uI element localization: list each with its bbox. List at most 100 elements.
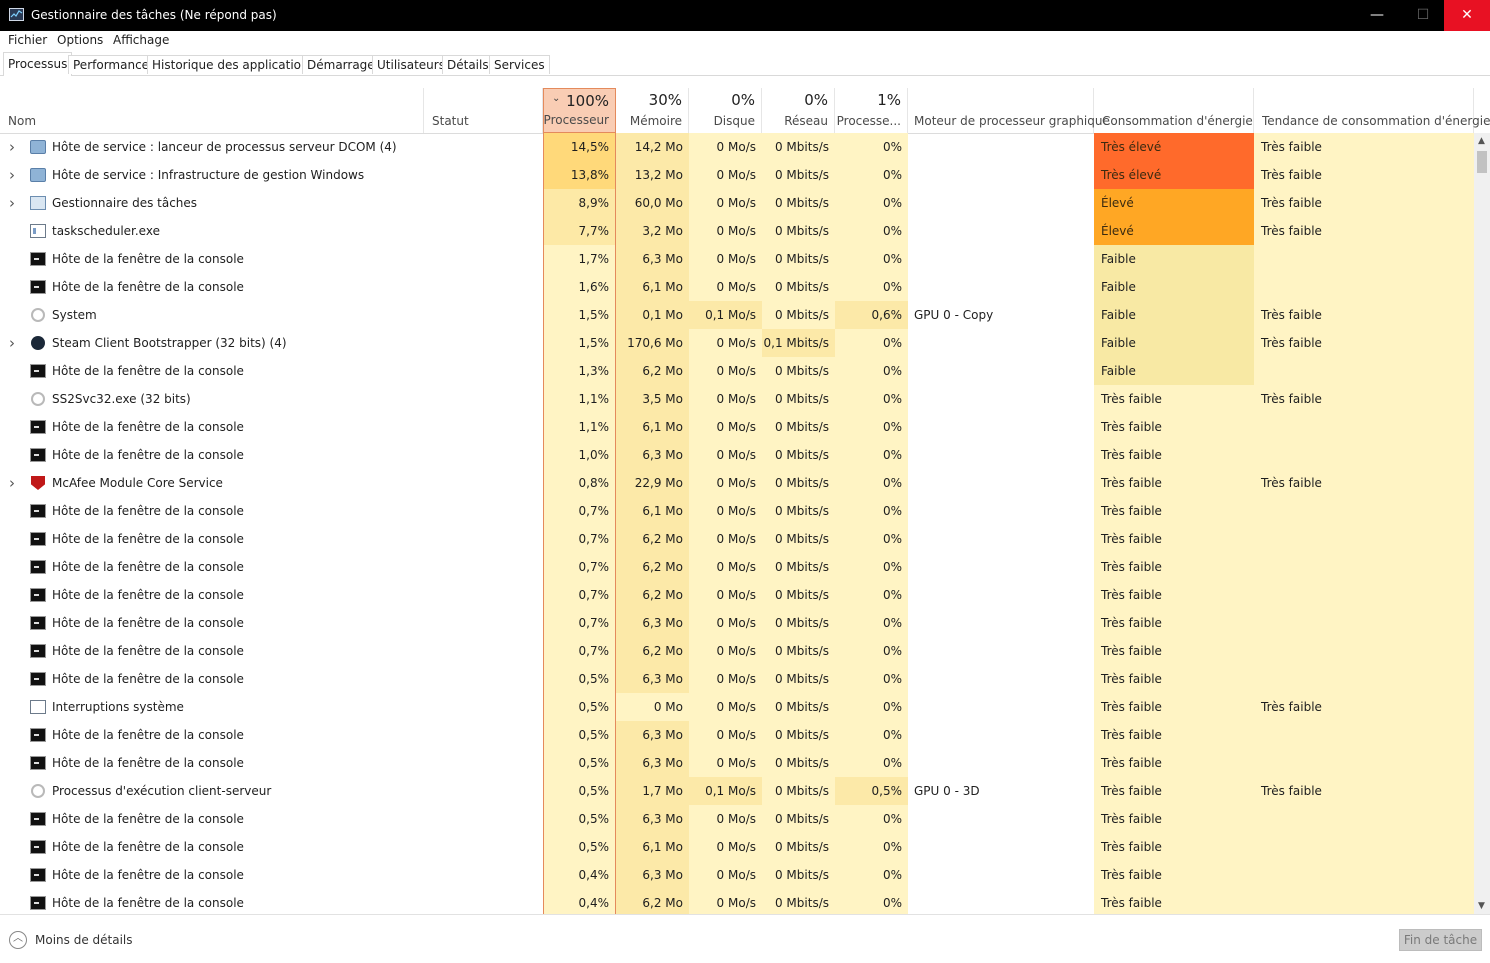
scroll-down-icon[interactable]: ▼ [1478, 901, 1485, 911]
chevron-right-icon[interactable]: › [9, 469, 15, 497]
tab-startup[interactable]: Démarrage [302, 55, 380, 74]
tab-app-history[interactable]: Historique des applications [147, 55, 320, 74]
table-row[interactable]: Hôte de la fenêtre de la console 0,7% 6,2 … [0, 553, 1474, 581]
cell-gpu-engine [908, 189, 1094, 217]
table-row[interactable]: Hôte de la fenêtre de la console 0,4% 6,2 … [0, 889, 1474, 914]
cell-cpu: 0,7% [543, 581, 616, 609]
menu-file[interactable]: Fichier [8, 33, 47, 47]
table-row[interactable]: Hôte de la fenêtre de la console 0,7% 6,3 … [0, 609, 1474, 637]
tab-users[interactable]: Utilisateurs [372, 55, 450, 74]
col-gpu[interactable]: 1% Processe... [835, 88, 908, 133]
cell-gpu-engine [908, 525, 1094, 553]
scrollbar-thumb[interactable] [1477, 151, 1487, 173]
cell-gpu: 0% [835, 693, 908, 721]
table-row[interactable]: Hôte de la fenêtre de la console 0,4% 6,3 … [0, 861, 1474, 889]
cell-power-usage: Très faible [1094, 721, 1254, 749]
table-row[interactable]: Hôte de la fenêtre de la console 1,3% 6,2 … [0, 357, 1474, 385]
process-name: Processus d'exécution client-serveur [0, 777, 424, 805]
table-row[interactable]: Hôte de la fenêtre de la console 0,5% 6,3 … [0, 665, 1474, 693]
col-status[interactable]: Statut [424, 88, 543, 133]
table-row[interactable]: Hôte de la fenêtre de la console 1,6% 6,1 … [0, 273, 1474, 301]
table-row[interactable]: Hôte de la fenêtre de la console 1,0% 6,3 … [0, 441, 1474, 469]
scroll-up-icon[interactable]: ▲ [1478, 136, 1485, 146]
cell-disk: 0 Mo/s [689, 581, 762, 609]
table-row[interactable]: › McAfee Module Core Service 0,8% 22,9 Mo 0 … [0, 469, 1474, 497]
tab-services[interactable]: Services [489, 55, 550, 74]
cell-mem: 6,2 Mo [616, 889, 689, 914]
cell-power-usage: Faible [1094, 245, 1254, 273]
cell-power-usage: Très faible [1094, 581, 1254, 609]
cell-power-trend [1254, 749, 1474, 777]
tab-processes[interactable]: Processus [3, 52, 73, 76]
chevron-right-icon[interactable]: › [9, 189, 15, 217]
cell-disk: 0 Mo/s [689, 133, 762, 161]
col-network[interactable]: 0% Réseau [762, 88, 835, 133]
tab-performance[interactable]: Performance [68, 55, 155, 74]
col-power-trend[interactable]: Tendance de consommation d'énergie [1254, 88, 1490, 133]
cell-gpu: 0% [835, 749, 908, 777]
cell-cpu: 0,7% [543, 525, 616, 553]
maximize-button[interactable]: ☐ [1400, 0, 1446, 31]
cell-net: 0 Mbits/s [762, 217, 835, 245]
minimize-button[interactable]: — [1354, 0, 1400, 31]
table-row[interactable]: Hôte de la fenêtre de la console 0,5% 6,1 … [0, 833, 1474, 861]
cell-cpu: 1,7% [543, 245, 616, 273]
menu-options[interactable]: Options [57, 33, 103, 47]
table-row[interactable]: › Gestionnaire des tâches 8,9% 60,0 Mo 0 Mo/… [0, 189, 1474, 217]
tab-details[interactable]: Détails [442, 55, 494, 74]
chevron-right-icon[interactable]: › [9, 329, 15, 357]
table-row[interactable]: Hôte de la fenêtre de la console 0,7% 6,1 … [0, 497, 1474, 525]
table-row[interactable]: Hôte de la fenêtre de la console 0,7% 6,2 … [0, 581, 1474, 609]
table-row[interactable]: taskscheduler.exe 7,7% 3,2 Mo 0 Mo/s 0 Mbits… [0, 217, 1474, 245]
process-name: Hôte de la fenêtre de la console [0, 525, 424, 553]
col-memory[interactable]: 30% Mémoire [616, 88, 689, 133]
chevron-up-icon[interactable]: ︿ [9, 931, 27, 949]
cell-gpu-engine [908, 357, 1094, 385]
col-disk[interactable]: 0% Disque [689, 88, 762, 133]
cell-cpu: 0,5% [543, 721, 616, 749]
col-name[interactable]: Nom [0, 88, 424, 133]
cell-net: 0 Mbits/s [762, 525, 835, 553]
table-row[interactable]: Hôte de la fenêtre de la console 1,7% 6,3 … [0, 245, 1474, 273]
table-row[interactable]: Processus d'exécution client-serveur 0,5%… [0, 777, 1474, 805]
cell-gpu-engine [908, 721, 1094, 749]
col-power[interactable]: Consommation d'énergie [1094, 88, 1254, 133]
cell-power-trend: Très faible [1254, 217, 1474, 245]
table-row[interactable]: › Hôte de service : Infrastructure de ges… [0, 161, 1474, 189]
col-gpu-engine[interactable]: Moteur de processeur graphique [908, 88, 1110, 133]
menu-bar: Fichier Options Affichage [0, 31, 1490, 50]
cell-power-trend [1254, 805, 1474, 833]
end-task-button[interactable]: Fin de tâche [1399, 929, 1482, 951]
cell-net: 0 Mbits/s [762, 693, 835, 721]
cell-disk: 0 Mo/s [689, 245, 762, 273]
fewer-details-link[interactable]: Moins de détails [35, 933, 133, 947]
table-row[interactable]: SS2Svc32.exe (32 bits) 1,1% 3,5 Mo 0 Mo/s 0 … [0, 385, 1474, 413]
cell-disk: 0 Mo/s [689, 609, 762, 637]
process-name: Hôte de la fenêtre de la console [0, 441, 424, 469]
cell-disk: 0,1 Mo/s [689, 777, 762, 805]
console-process-icon [30, 812, 46, 826]
table-row[interactable]: › Hôte de service : lanceur de processus … [0, 133, 1474, 161]
cell-net: 0 Mbits/s [762, 469, 835, 497]
table-row[interactable]: Hôte de la fenêtre de la console 1,1% 6,1 … [0, 413, 1474, 441]
table-row[interactable]: › Steam Client Bootstrapper (32 bits) (4)… [0, 329, 1474, 357]
table-row[interactable]: Interruptions système 0,5% 0 Mo 0 Mo/s 0 Mbi… [0, 693, 1474, 721]
cell-power-trend [1254, 861, 1474, 889]
col-cpu[interactable]: ⌄ 100% Processeur [543, 88, 616, 133]
chevron-right-icon[interactable]: › [9, 133, 15, 161]
cell-gpu-engine [908, 497, 1094, 525]
cell-net: 0 Mbits/s [762, 161, 835, 189]
cell-cpu: 1,3% [543, 357, 616, 385]
chevron-right-icon[interactable]: › [9, 161, 15, 189]
menu-view[interactable]: Affichage [113, 33, 169, 47]
table-row[interactable]: System 1,5% 0,1 Mo 0,1 Mo/s 0 Mbits/s 0,6% GPU… [0, 301, 1474, 329]
table-row[interactable]: Hôte de la fenêtre de la console 0,7% 6,2 … [0, 525, 1474, 553]
table-row[interactable]: Hôte de la fenêtre de la console 0,5% 6,3 … [0, 805, 1474, 833]
cell-power-usage: Très faible [1094, 777, 1254, 805]
vertical-scrollbar[interactable]: ▲ ▼ [1474, 133, 1490, 914]
close-button[interactable]: ✕ [1444, 0, 1490, 31]
table-row[interactable]: Hôte de la fenêtre de la console 0,7% 6,2 … [0, 637, 1474, 665]
table-row[interactable]: Hôte de la fenêtre de la console 0,5% 6,3 … [0, 749, 1474, 777]
cell-net: 0 Mbits/s [762, 245, 835, 273]
table-row[interactable]: Hôte de la fenêtre de la console 0,5% 6,3 … [0, 721, 1474, 749]
